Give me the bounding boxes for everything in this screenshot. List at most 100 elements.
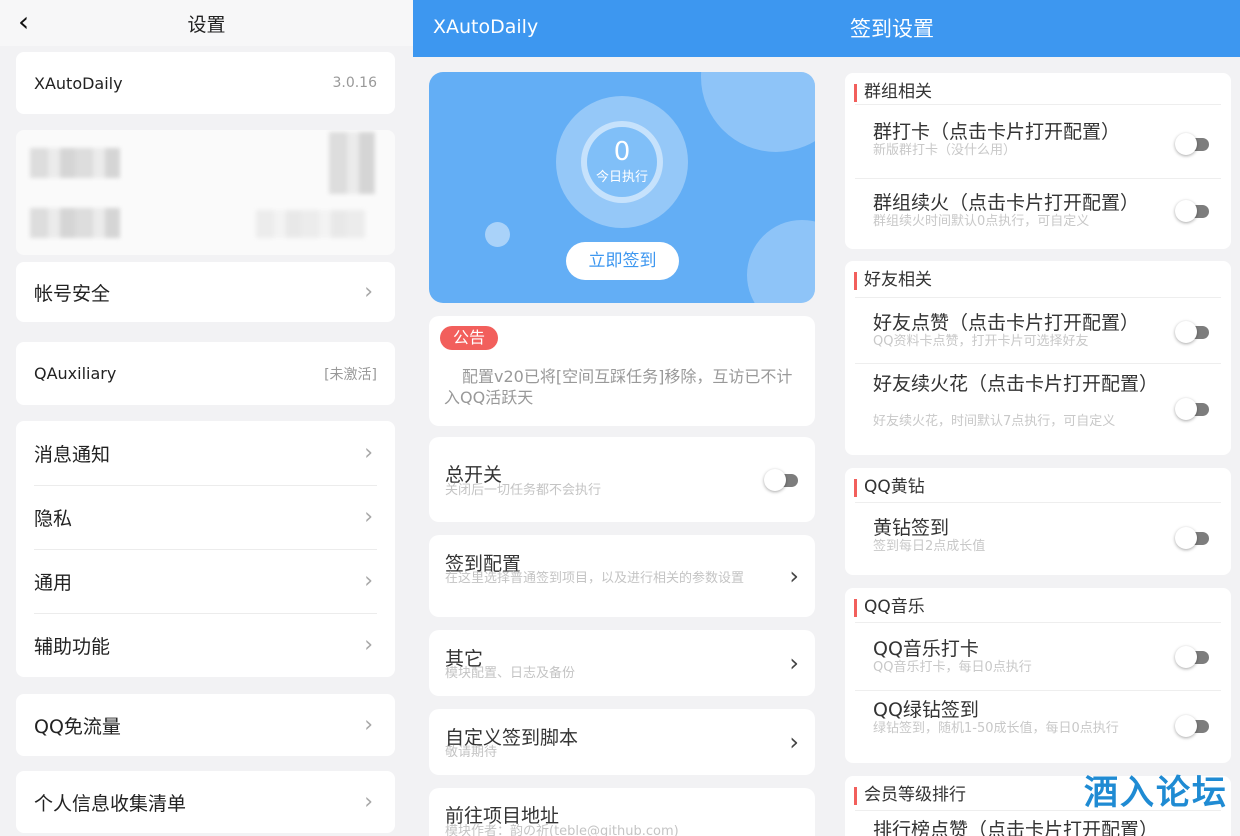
group-fire-title: 群组续火（点击卡片打开配置）: [873, 192, 1140, 214]
qq-settings-panel: ‹ 设置 XAutoDaily 3.0.16 帐号安全 › QAuxiliary…: [0, 0, 413, 836]
other-subtitle: 模块配置、日志及备份: [445, 666, 576, 681]
free-data-item[interactable]: QQ免流量 ›: [16, 694, 395, 756]
personal-info-label: 个人信息收集清单: [34, 792, 187, 815]
xautodaily-main-panel: XAutoDaily 0 今日执行 立即签到 公告 配置v20已将[空间互踩任务…: [413, 0, 827, 836]
friend-spark-title: 好友续火花（点击卡片打开配置）: [873, 373, 1159, 395]
notice-text: 配置v20已将[空间互踩任务]移除，互访已不计入QQ活跃天: [444, 367, 793, 407]
master-switch-subtitle: 关闭后一切任务都不会执行: [445, 483, 602, 498]
daily-sign-hero: 0 今日执行 立即签到: [429, 72, 815, 303]
qauxiliary-item[interactable]: QAuxiliary [未激活]: [16, 342, 395, 405]
green-diamond-toggle[interactable]: [1175, 715, 1209, 737]
friend-like-subtitle: QQ资料卡点赞，打开卡片可选择好友: [873, 334, 1089, 349]
custom-script-subtitle: 敬请期待: [445, 745, 498, 760]
xautodaily-entry-label: XAutoDaily: [34, 73, 123, 93]
master-switch-card[interactable]: 总开关 关闭后一切任务都不会执行: [429, 437, 815, 522]
decor-bubble: [747, 220, 815, 303]
account-security-item[interactable]: 帐号安全 ›: [16, 262, 395, 322]
yellow-diamond-toggle[interactable]: [1175, 527, 1209, 549]
toggle-knob: [1175, 527, 1197, 549]
friend-like-toggle[interactable]: [1175, 321, 1209, 343]
sign-config-card[interactable]: 签到配置 在这里选择普通签到项目，以及进行相关的参数设置 ›: [429, 535, 815, 617]
blurred-content: [30, 148, 120, 178]
toggle-knob: [1175, 398, 1197, 420]
master-switch-toggle[interactable]: [764, 469, 798, 491]
sign-settings-panel: 签到设置 群组相关 群打卡（点击卡片打开配置） 新版群打卡（没什么用） 群组续火…: [827, 0, 1240, 836]
forum-watermark: 酒入论坛: [1084, 773, 1228, 813]
blurred-content: [256, 210, 366, 238]
sign-now-button[interactable]: 立即签到: [566, 242, 679, 280]
other-card[interactable]: 其它 模块配置、日志及备份 ›: [429, 630, 815, 696]
chevron-right-icon: ›: [364, 504, 373, 530]
qq-music-checkin-item[interactable]: QQ音乐打卡 QQ音乐打卡，每日0点执行: [855, 622, 1221, 690]
friend-like-item[interactable]: 好友点赞（点击卡片打开配置） QQ资料卡点赞，打开卡片可选择好友: [855, 297, 1221, 363]
group-checkin-toggle[interactable]: [1175, 133, 1209, 155]
friend-section-card: 好友相关 好友点赞（点击卡片打开配置） QQ资料卡点赞，打开卡片可选择好友 好友…: [845, 261, 1231, 455]
blurred-content: [30, 208, 120, 238]
settings-topbar: ‹ 设置: [0, 0, 413, 46]
friend-section-header: 好友相关: [845, 261, 1231, 292]
group-fire-item[interactable]: 群组续火（点击卡片打开配置） 群组续火时间默认0点执行，可自定义: [855, 178, 1221, 249]
chevron-right-icon: ›: [789, 649, 799, 677]
chevron-right-icon: ›: [789, 562, 799, 590]
list-item[interactable]: 辅助功能 ›: [16, 613, 395, 677]
group-checkin-item[interactable]: 群打卡（点击卡片打开配置） 新版群打卡（没什么用）: [855, 104, 1221, 176]
chevron-right-icon: ›: [789, 728, 799, 756]
list-item[interactable]: 隐私 ›: [16, 485, 395, 549]
notice-card: 公告 配置v20已将[空间互踩任务]移除，互访已不计入QQ活跃天: [429, 316, 815, 426]
yellow-diamond-sign-title: 黄钻签到: [873, 517, 950, 539]
personal-info-item[interactable]: 个人信息收集清单 ›: [16, 771, 395, 833]
qq-music-section-card: QQ音乐 QQ音乐打卡 QQ音乐打卡，每日0点执行 QQ绿钻签到 绿钻签到，随机…: [845, 588, 1231, 763]
project-link-subtitle: 模块作者：韵の祈(teble@github.com): [445, 824, 679, 836]
message-notification-label: 消息通知: [34, 443, 111, 466]
chevron-right-icon: ›: [364, 440, 373, 466]
free-data-label: QQ免流量: [34, 715, 121, 738]
account-security-card[interactable]: 帐号安全 ›: [16, 262, 395, 322]
qauxiliary-label: QAuxiliary: [34, 364, 117, 383]
xautodaily-entry-card[interactable]: XAutoDaily 3.0.16: [16, 52, 395, 114]
version-label: 3.0.16: [332, 75, 377, 91]
decor-bubble: [485, 222, 510, 247]
yellow-diamond-sign-subtitle: 签到每日2点成长值: [873, 539, 986, 554]
qauxiliary-card[interactable]: QAuxiliary [未激活]: [16, 342, 395, 405]
group-fire-subtitle: 群组续火时间默认0点执行，可自定义: [873, 214, 1090, 229]
privacy-label: 隐私: [34, 507, 73, 530]
chevron-right-icon: ›: [364, 632, 373, 658]
chevron-right-icon: ›: [364, 712, 373, 738]
today-count: 0: [613, 137, 631, 167]
chevron-right-icon: ›: [364, 279, 373, 305]
accessibility-label: 辅助功能: [34, 635, 111, 658]
toggle-knob: [1175, 646, 1197, 668]
sign-settings-title: 签到设置: [827, 0, 1240, 57]
chevron-right-icon: ›: [364, 789, 373, 815]
toggle-knob: [1175, 200, 1197, 222]
notice-badge: 公告: [440, 326, 498, 350]
friend-spark-item[interactable]: 好友续火花（点击卡片打开配置） 好友续火花，时间默认7点执行，可自定义: [855, 363, 1221, 455]
yellow-diamond-sign-item[interactable]: 黄钻签到 签到每日2点成长值: [855, 502, 1221, 575]
free-data-card[interactable]: QQ免流量 ›: [16, 694, 395, 756]
yellow-diamond-section-card: QQ黄钻 黄钻签到 签到每日2点成长值: [845, 468, 1231, 575]
personal-info-card[interactable]: 个人信息收集清单 ›: [16, 771, 395, 833]
app-title: XAutoDaily: [413, 0, 827, 57]
list-item[interactable]: 消息通知 ›: [16, 421, 395, 485]
xautodaily-entry[interactable]: XAutoDaily 3.0.16: [16, 52, 395, 114]
blurred-account-card[interactable]: [16, 130, 395, 255]
group-section-card: 群组相关 群打卡（点击卡片打开配置） 新版群打卡（没什么用） 群组续火（点击卡片…: [845, 73, 1231, 249]
project-link-card[interactable]: 前往项目地址 模块作者：韵の祈(teble@github.com): [429, 788, 815, 836]
list-item[interactable]: 通用 ›: [16, 549, 395, 613]
qq-music-checkin-title: QQ音乐打卡: [873, 638, 979, 660]
sign-config-subtitle: 在这里选择普通签到项目，以及进行相关的参数设置: [445, 571, 745, 586]
group-section-header: 群组相关: [845, 73, 1231, 104]
general-label: 通用: [34, 571, 73, 594]
account-security-label: 帐号安全: [34, 282, 111, 305]
green-diamond-sign-item[interactable]: QQ绿钻签到 绿钻签到，随机1-50成长值，每日0点执行: [855, 690, 1221, 763]
friend-like-title: 好友点赞（点击卡片打开配置）: [873, 312, 1140, 334]
qq-music-checkin-toggle[interactable]: [1175, 646, 1209, 668]
custom-script-card[interactable]: 自定义签到脚本 敬请期待 ›: [429, 709, 815, 775]
chevron-right-icon: ›: [364, 568, 373, 594]
blurred-avatar: [329, 132, 375, 194]
qq-music-checkin-subtitle: QQ音乐打卡，每日0点执行: [873, 660, 1032, 675]
group-fire-toggle[interactable]: [1175, 200, 1209, 222]
friend-spark-toggle[interactable]: [1175, 398, 1209, 420]
activation-status: [未激活]: [324, 366, 377, 383]
group-checkin-title: 群打卡（点击卡片打开配置）: [873, 121, 1121, 143]
